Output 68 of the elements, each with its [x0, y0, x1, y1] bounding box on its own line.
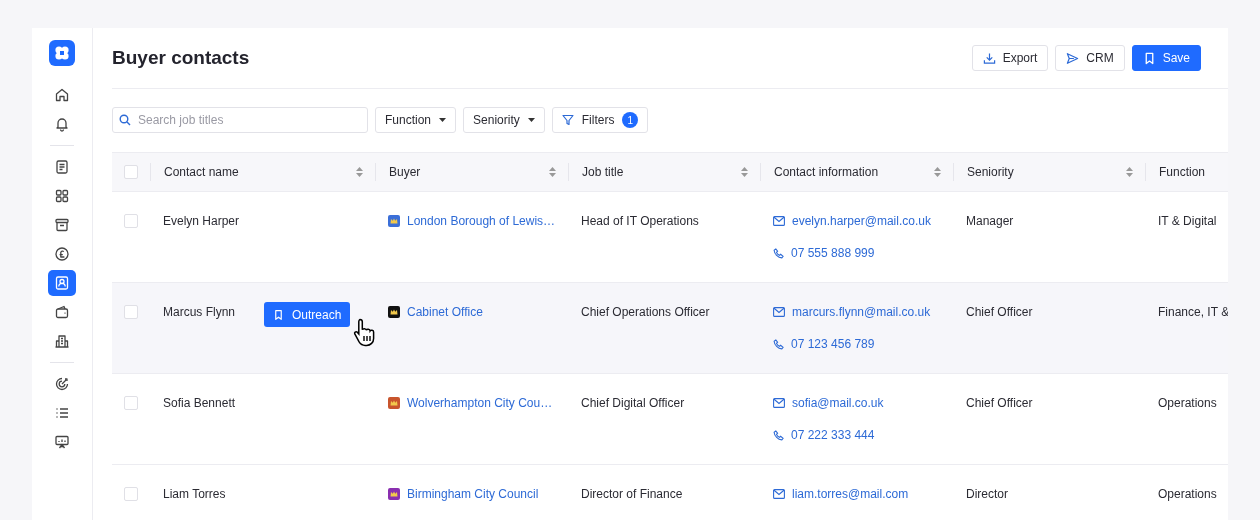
outreach-button[interactable]: Outreach [264, 302, 351, 327]
phone-icon [773, 338, 784, 350]
mail-icon [773, 398, 785, 408]
funnel-icon [561, 114, 574, 126]
phone-icon [773, 247, 784, 259]
export-button[interactable]: Export [971, 45, 1049, 71]
email-link[interactable]: sofia@mail.co.uk [792, 396, 884, 410]
contact-card-icon[interactable] [48, 270, 76, 296]
mail-icon [773, 307, 785, 317]
download-icon [982, 51, 996, 65]
column-header: Job title [582, 165, 624, 179]
filter-dropdown[interactable]: Function [375, 107, 457, 133]
search-field[interactable]: Search job titles [112, 107, 368, 133]
sort-icon[interactable] [549, 167, 556, 177]
checkbox[interactable] [124, 214, 138, 228]
checkbox[interactable] [124, 305, 138, 319]
contact-name: Sofia Bennett [163, 396, 236, 410]
email-link[interactable]: evelyn.harper@mail.co.uk [792, 214, 931, 228]
buyer-link[interactable]: Cabinet Office [407, 305, 483, 319]
caret-icon [527, 118, 535, 122]
function: IT & Digital [1158, 214, 1217, 228]
function: Operations [1158, 487, 1217, 501]
phone-link[interactable]: 07 222 333 444 [791, 428, 875, 442]
seniority: Chief Officer [966, 305, 1033, 319]
crm-button[interactable]: CRM [1055, 45, 1125, 71]
filters-button[interactable]: Filters 1 [551, 107, 649, 133]
save-button[interactable]: Save [1131, 45, 1201, 71]
sort-icon[interactable] [1126, 167, 1133, 177]
bookmark-icon [273, 308, 284, 321]
buyer-link[interactable]: Birmingham City Council [407, 487, 539, 501]
email-link[interactable]: liam.torres@mail.com [792, 487, 909, 501]
phone-link[interactable]: 07 123 456 789 [791, 337, 875, 351]
job-title: Chief Digital Officer [581, 396, 685, 410]
job-title: Chief Operations Officer [581, 305, 710, 319]
buyer-link[interactable]: Wolverhampton City Cou… [407, 396, 553, 410]
contact-name: Liam Torres [163, 487, 226, 501]
checkbox[interactable] [124, 487, 138, 501]
send-icon [1066, 51, 1080, 65]
column-header: Function [1159, 165, 1206, 179]
job-title: Director of Finance [581, 487, 683, 501]
checkbox[interactable] [124, 165, 138, 179]
email-link[interactable]: marcurs.flynn@mail.co.uk [792, 305, 931, 319]
sort-icon[interactable] [741, 167, 748, 177]
buyer-link[interactable]: London Borough of Lewis… [407, 214, 556, 228]
function: Operations [1158, 396, 1217, 410]
contact-name: Marcus Flynn [163, 305, 236, 319]
seniority: Manager [966, 214, 1014, 228]
search-icon [119, 114, 131, 126]
seniority: Director [966, 487, 1008, 501]
filter-dropdown[interactable]: Seniority [463, 107, 545, 133]
mail-icon [773, 216, 785, 226]
column-header: Seniority [967, 165, 1014, 179]
sort-icon[interactable] [934, 167, 941, 177]
column-header: Contact information [774, 165, 879, 179]
sort-icon[interactable] [356, 167, 363, 177]
count-badge: 1 [622, 112, 639, 128]
phone-link[interactable]: 07 555 888 999 [791, 246, 875, 260]
page-title: Buyer contacts [112, 47, 250, 69]
caret-icon [439, 118, 447, 122]
seniority: Chief Officer [966, 396, 1033, 410]
job-title: Head of IT Operations [581, 214, 699, 228]
column-header: Buyer [389, 165, 421, 179]
checkbox[interactable] [124, 396, 138, 410]
app-logo[interactable] [49, 40, 75, 66]
contact-name: Evelyn Harper [163, 214, 240, 228]
column-header: Contact name [164, 165, 239, 179]
phone-icon [773, 429, 784, 441]
mail-icon [773, 489, 785, 499]
